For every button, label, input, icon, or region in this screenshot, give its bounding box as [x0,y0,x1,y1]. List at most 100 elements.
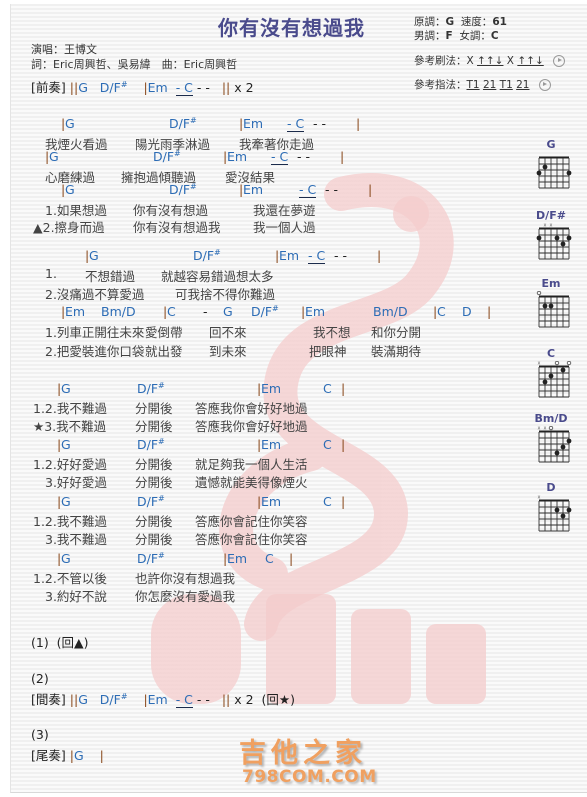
chord: G [65,116,75,131]
chord-root: D/F [193,248,215,263]
chord-root: D/F [137,437,159,452]
chord: Em [147,80,168,95]
lyric: 也許你沒有想過我 [135,571,236,586]
open-string-marker [536,291,542,296]
pick-pattern: 參考指法：T1 21 T1 21 [414,77,551,92]
chord-root: D/F [169,182,191,197]
finger-dot [554,450,560,456]
finger-dot [566,170,572,176]
double-barline: || [69,80,79,95]
sharp-sign: # [190,181,197,191]
chord: G [73,748,84,763]
ending-3: (3) [31,727,49,742]
lyric: 3.約好不說 [45,589,107,604]
tempo-label: 速度： [460,16,493,28]
play-pick-icon[interactable] [538,79,551,91]
lyric: 答應你會記住你笑容 [195,514,308,529]
chord-diagram: x [538,495,572,532]
lyric: ▲2.擦身而過 [33,220,105,235]
barline: | [341,494,346,509]
chord: D/F# [251,304,279,319]
lyric: 2.沒痛過不算愛過 [45,287,145,302]
chord: - C [308,248,326,264]
chord-root: D/F [251,304,273,319]
muted-string-marker: x [538,495,541,501]
chord-diagram [536,291,570,328]
chord-diagram: x [538,361,572,398]
double-barline: || [221,692,231,707]
lyric: 1.2.不管以後 [33,571,107,586]
lyric: 答應我你會好好地過 [195,401,308,416]
chord: G [65,182,75,197]
chord: C [323,494,332,509]
male-key: F [445,30,453,42]
chord-diagram [536,156,572,189]
pick-step: T1 [499,79,513,91]
chord: Bm/D [373,304,408,319]
double-barline: || [69,692,79,707]
finger-dot [536,170,542,176]
lyric: 你有沒有想過我 [133,220,221,235]
lyric: 愛倒帶 [145,325,183,340]
chord-diagram-name: C [546,347,556,360]
chord-root: D/F [153,149,175,164]
chord-diagram-name: D/F# [536,209,566,222]
lyric: ★3.我不難過 [33,419,107,434]
double-barline: || [221,80,231,95]
interlude-line: [間奏] ||G D/F# |Em - C - - || x 2 (回★) [31,689,295,708]
original-key-label: 原調： [414,16,446,28]
finger-dot [566,438,572,444]
lyric: 到未來 [209,344,247,359]
key-info-line1: 原調：G 速度：61 [414,14,507,29]
lyric: 答應我你會好好地過 [195,419,308,434]
repeat-count: x 2 [234,692,254,707]
sharp-sign: # [190,115,197,125]
finger-dot [566,235,572,241]
chord: D/F# [99,79,128,95]
lyric: 可我捨不得你難過 [175,287,276,302]
chord: D/F# [137,381,165,396]
rest: - - [297,149,310,164]
chord: Bm/D [101,304,136,319]
lyric: 1.2.好好愛過 [33,457,107,472]
lyric: 就足夠我一個人生活 [195,457,308,472]
pick-step: 21 [516,79,530,91]
barline: | [377,248,382,263]
site-logo-url: 798COM.COM [242,767,377,787]
strum-x: X [506,55,514,67]
sharp-sign: # [158,380,165,390]
finger-dot [560,367,566,373]
chord: - C [175,692,193,708]
chord: Em [243,116,264,131]
lyric: 你怎麼沒有愛過我 [135,589,236,604]
chord-root: D/F [137,381,159,396]
chord: Em [261,494,282,509]
open-string-marker [548,426,554,431]
chord: D/F# [169,182,197,197]
finger-dot [554,507,560,513]
sharp-sign: # [214,247,221,257]
muted-string-marker: x [538,361,541,367]
finger-dot [536,235,542,241]
chord: D/F# [99,691,128,707]
chord: D [462,304,472,319]
sharp-sign: # [158,436,165,446]
nut [539,365,569,368]
chord: D/F# [169,116,197,131]
female-key-label: 女調： [459,30,491,42]
finger-dot [542,303,548,309]
song-title: 你有沒有想過我 [218,16,365,40]
finger-dot [542,164,548,170]
rest: - - [196,692,210,707]
barline: | [487,304,492,319]
play-strum-icon[interactable] [553,55,566,67]
key-info-line2: 男調：F 女調：C [414,28,499,43]
chord: C [323,437,332,452]
strum-x: X [466,55,474,67]
chord-diagram-name: G [546,138,556,151]
lyric: 分開後 [135,532,173,547]
lyric: 分開後 [135,475,173,490]
chord-diagram: xx [538,426,572,463]
chord-diagram-name: Em [541,277,561,290]
chord-root: D/F [169,116,191,131]
